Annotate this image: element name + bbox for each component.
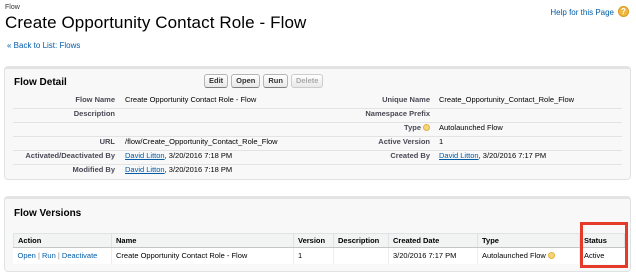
page-title: Create Opportunity Contact Role - Flow bbox=[5, 13, 307, 32]
activated-by-label: Activated/Deactivated By bbox=[25, 151, 115, 160]
created-date-cell: 3/20/2016 7:17 PM bbox=[388, 247, 478, 264]
flow-detail-panel: Flow Detail Edit Open Run Delete Flow Na… bbox=[4, 66, 631, 180]
open-button[interactable]: Open bbox=[231, 74, 261, 88]
flow-versions-table: Action Name Version Description Created … bbox=[13, 233, 625, 264]
column-header-type[interactable]: Type bbox=[477, 233, 580, 248]
description-cell bbox=[333, 247, 389, 264]
flow-versions-panel: Flow Versions Action Name Version Descri… bbox=[4, 196, 631, 272]
help-icon[interactable]: ? bbox=[618, 6, 629, 17]
name-cell: Create Opportunity Contact Role - Flow bbox=[111, 247, 294, 264]
url-value: /flow/Create_Opportunity_Contact_Role_Fl… bbox=[125, 137, 278, 146]
help-link[interactable]: Help for this Page bbox=[550, 8, 614, 17]
flow-versions-title: Flow Versions bbox=[14, 208, 82, 219]
run-button[interactable]: Run bbox=[263, 74, 288, 88]
flow-detail-title: Flow Detail bbox=[14, 77, 67, 88]
modified-by-user-link[interactable]: David Litton bbox=[125, 165, 165, 174]
table-header-row: Action Name Version Description Created … bbox=[13, 233, 625, 248]
page-crumb: Flow bbox=[5, 4, 20, 11]
column-header-created-date[interactable]: Created Date bbox=[388, 233, 478, 248]
detail-row-modified: Modified By David Litton, 3/20/2016 7:18… bbox=[5, 165, 630, 179]
edit-button[interactable]: Edit bbox=[204, 74, 229, 88]
deactivate-action-link[interactable]: Deactivate bbox=[62, 251, 97, 260]
created-by-user-link[interactable]: David Litton bbox=[439, 151, 479, 160]
detail-row-description: Description Namespace Prefix bbox=[5, 109, 630, 123]
column-header-name[interactable]: Name bbox=[111, 233, 294, 248]
url-label: URL bbox=[99, 137, 115, 146]
version-cell: 1 bbox=[293, 247, 334, 264]
flow-name-value: Create Opportunity Contact Role - Flow bbox=[125, 95, 257, 104]
created-by-label: Created By bbox=[390, 151, 430, 160]
info-icon[interactable] bbox=[547, 252, 555, 260]
action-cell: Open | Run | Deactivate bbox=[17, 251, 98, 261]
type-value: Autolaunched Flow bbox=[439, 123, 503, 132]
open-action-link[interactable]: Open bbox=[18, 251, 36, 260]
detail-row-name: Flow Name Create Opportunity Contact Rol… bbox=[5, 95, 630, 109]
column-header-action: Action bbox=[13, 233, 112, 248]
table-row: Open | Run | Deactivate Create Opportuni… bbox=[14, 247, 625, 264]
active-version-label: Active Version bbox=[378, 137, 430, 146]
active-version-value: 1 bbox=[439, 137, 444, 146]
detail-button-row: Edit Open Run Delete bbox=[204, 74, 324, 88]
activated-by-value: David Litton, 3/20/2016 7:18 PM bbox=[125, 151, 233, 160]
column-header-version[interactable]: Version bbox=[293, 233, 334, 248]
back-to-list-link[interactable]: « Back to List: Flows bbox=[7, 41, 80, 50]
run-action-link[interactable]: Run bbox=[42, 251, 56, 260]
info-icon[interactable] bbox=[423, 124, 430, 131]
modified-by-value: David Litton, 3/20/2016 7:18 PM bbox=[125, 165, 233, 174]
modified-by-label: Modified By bbox=[72, 165, 116, 174]
description-label: Description bbox=[73, 109, 115, 118]
detail-row-type: Type Autolaunched Flow bbox=[5, 123, 630, 137]
delete-button: Delete bbox=[290, 74, 324, 88]
detail-row-url: URL /flow/Create_Opportunity_Contact_Rol… bbox=[5, 137, 630, 151]
type-label: Type bbox=[404, 123, 430, 132]
unique-name-value: Create_Opportunity_Contact_Role_Flow bbox=[439, 95, 575, 104]
detail-row-activated: Activated/Deactivated By David Litton, 3… bbox=[5, 151, 630, 165]
type-cell: Autolaunched Flow bbox=[477, 247, 580, 264]
activated-by-user-link[interactable]: David Litton bbox=[125, 151, 165, 160]
column-header-description[interactable]: Description bbox=[333, 233, 389, 248]
status-highlight-box bbox=[580, 222, 628, 268]
unique-name-label: Unique Name bbox=[382, 95, 430, 104]
created-by-value: David Litton, 3/20/2016 7:17 PM bbox=[439, 151, 547, 160]
flow-name-label: Flow Name bbox=[75, 95, 115, 104]
namespace-prefix-label: Namespace Prefix bbox=[365, 109, 430, 118]
